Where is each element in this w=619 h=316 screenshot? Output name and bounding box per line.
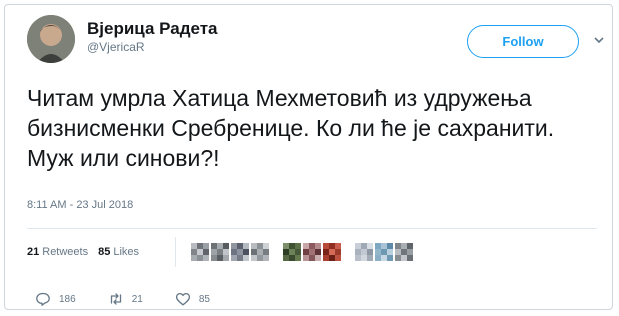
reply-button[interactable]: 186 bbox=[35, 291, 76, 307]
author-handle[interactable]: @VjericaR bbox=[87, 40, 145, 54]
liker-avatar-5 bbox=[283, 243, 301, 261]
liker-avatar-6 bbox=[303, 243, 321, 261]
like-button[interactable]: 85 bbox=[175, 291, 210, 307]
tweet-text: Читам умрла Хатица Мехметовић из удружењ… bbox=[27, 85, 555, 171]
likes-label: Likes bbox=[113, 246, 140, 258]
retweet-count: 21 bbox=[131, 293, 143, 305]
liker-avatar-3 bbox=[231, 243, 249, 261]
avatar[interactable] bbox=[27, 15, 75, 63]
retweets-stat[interactable]: 21 Retweets bbox=[27, 246, 88, 258]
tweet-actions: 186 21 85 bbox=[35, 291, 242, 307]
avatar-image bbox=[27, 15, 75, 63]
stats-separator bbox=[175, 237, 176, 267]
reply-count: 186 bbox=[59, 293, 76, 305]
retweets-count: 21 bbox=[27, 246, 40, 258]
liker-avatar-2 bbox=[211, 243, 229, 261]
retweet-icon bbox=[110, 293, 121, 305]
liker-avatar-10 bbox=[395, 243, 413, 261]
liker-avatar-7 bbox=[323, 243, 341, 261]
divider bbox=[27, 228, 597, 229]
likes-count: 85 bbox=[98, 246, 111, 258]
liker-avatar-8 bbox=[355, 243, 373, 261]
reply-icon bbox=[36, 292, 50, 306]
chevron-down-icon[interactable] bbox=[592, 33, 606, 47]
tweet-stats: 21 Retweets 85 Likes bbox=[27, 246, 139, 258]
author-name[interactable]: Вјерица Радета bbox=[87, 19, 218, 39]
heart-icon bbox=[175, 292, 190, 306]
retweet-button[interactable]: 21 bbox=[108, 291, 143, 307]
liker-avatar-4 bbox=[251, 243, 269, 261]
liker-avatar-1 bbox=[191, 243, 209, 261]
tweet-timestamp[interactable]: 8:11 AM - 23 Jul 2018 bbox=[27, 199, 133, 211]
liker-avatars[interactable] bbox=[191, 237, 471, 267]
retweets-label: Retweets bbox=[42, 246, 89, 258]
likes-stat[interactable]: 85 Likes bbox=[98, 246, 139, 258]
follow-button[interactable]: Follow bbox=[467, 25, 579, 58]
liker-avatar-9 bbox=[375, 243, 393, 261]
like-count: 85 bbox=[198, 293, 210, 305]
